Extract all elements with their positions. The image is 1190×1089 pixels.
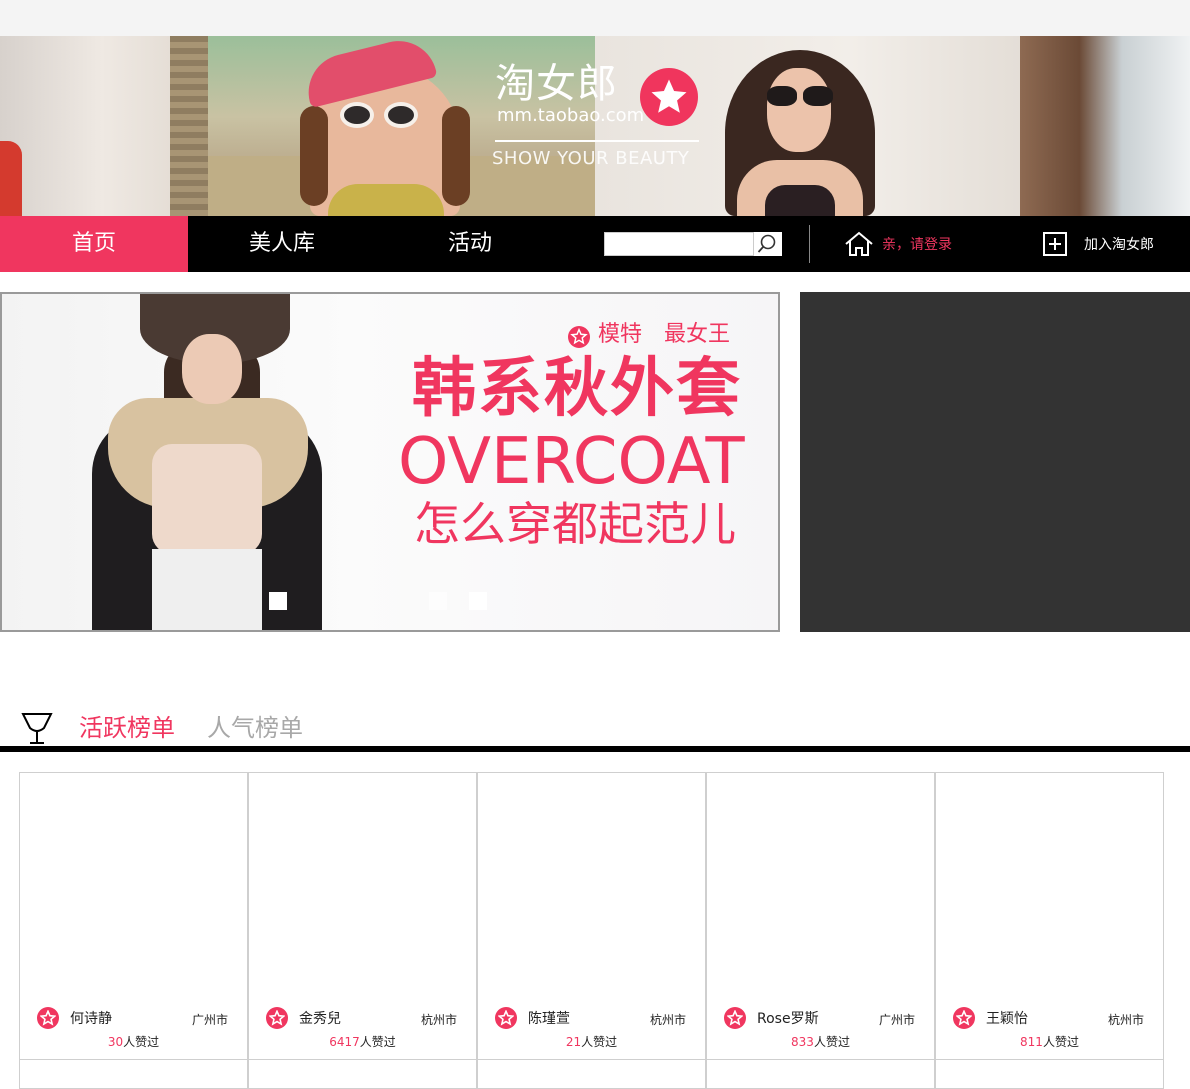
- slide-subtitle: 怎么穿都起范儿: [414, 497, 736, 551]
- slide-dot-3[interactable]: [469, 592, 487, 610]
- slide-english-title: OVERCOAT: [398, 425, 745, 499]
- plus-icon[interactable]: [1043, 232, 1067, 256]
- model-likes: 30人赞过: [20, 1034, 247, 1050]
- likes-suffix: 人赞过: [1042, 1035, 1079, 1049]
- search-icon: [757, 234, 776, 253]
- site-logo[interactable]: 淘女郎 mm.taobao.com SHOW YOUR BEAUTY: [492, 60, 705, 180]
- model-likes: 811人赞过: [936, 1034, 1163, 1050]
- model-card-row2[interactable]: [19, 1059, 248, 1089]
- model-city: 杭州市: [1107, 1013, 1144, 1027]
- model-city: 广州市: [191, 1013, 228, 1027]
- model-city: 广州市: [878, 1013, 915, 1027]
- logo-tagline: SHOW YOUR BEAUTY: [492, 148, 690, 169]
- star-icon: [495, 1007, 517, 1029]
- nav-divider: [809, 225, 810, 263]
- top-bar: [0, 0, 1190, 36]
- search-button[interactable]: [754, 232, 782, 256]
- nav-item-beauty-library[interactable]: 美人库: [188, 216, 376, 272]
- slide-model-photo: [82, 294, 332, 630]
- model-likes: 21人赞过: [478, 1034, 705, 1050]
- slide-tagline: 模特 最女王: [598, 322, 731, 347]
- home-icon[interactable]: [844, 230, 874, 258]
- logo-text: 淘女郎: [495, 61, 618, 107]
- banner-photo-4: [1020, 36, 1190, 216]
- model-name[interactable]: Rose罗斯: [757, 1010, 819, 1028]
- likes-suffix: 人赞过: [813, 1035, 850, 1049]
- model-card[interactable]: 何诗静 广州市 30人赞过: [19, 772, 248, 1060]
- logo-domain: mm.taobao.com: [497, 105, 645, 126]
- join-link[interactable]: 加入淘女郎: [1084, 236, 1154, 254]
- tab-underline: [0, 746, 1190, 752]
- nav-item-events[interactable]: 活动: [376, 216, 564, 272]
- likes-suffix: 人赞过: [123, 1035, 160, 1049]
- model-likes: 833人赞过: [707, 1034, 934, 1050]
- model-card-row2[interactable]: [706, 1059, 935, 1089]
- main-nav: 首页 美人库 活动: [0, 216, 1190, 272]
- banner-model-2: [725, 50, 875, 216]
- likes-suffix: 人赞过: [581, 1035, 618, 1049]
- model-card-row2[interactable]: [248, 1059, 477, 1089]
- logo-divider: [495, 140, 699, 142]
- likes-count: 21: [565, 1035, 582, 1049]
- model-name[interactable]: 何诗静: [70, 1010, 112, 1028]
- model-name[interactable]: 金秀兒: [299, 1010, 341, 1028]
- star-icon: [953, 1007, 975, 1029]
- slide-dot-1[interactable]: [269, 592, 287, 610]
- star-icon: [37, 1007, 59, 1029]
- model-card-row2[interactable]: [935, 1059, 1164, 1089]
- model-card[interactable]: 陈瑾萱 杭州市 21人赞过: [477, 772, 706, 1060]
- model-card[interactable]: 王颖怡 杭州市 811人赞过: [935, 772, 1164, 1060]
- model-city: 杭州市: [420, 1013, 457, 1027]
- likes-suffix: 人赞过: [359, 1035, 396, 1049]
- side-panel: [800, 292, 1190, 632]
- nav-item-home[interactable]: 首页: [0, 216, 188, 272]
- likes-count: 30: [107, 1035, 124, 1049]
- likes-count: 811: [1020, 1035, 1043, 1049]
- model-city: 杭州市: [649, 1013, 686, 1027]
- banner-photo-1: [0, 36, 170, 216]
- tab-popular-ranking[interactable]: 人气榜单: [207, 710, 303, 746]
- likes-count: 6417: [329, 1035, 360, 1049]
- star-icon: [640, 68, 698, 126]
- model-card[interactable]: 金秀兒 杭州市 6417人赞过: [248, 772, 477, 1060]
- tab-active-ranking[interactable]: 活跃榜单: [79, 710, 175, 746]
- star-icon: [724, 1007, 746, 1029]
- star-icon: [568, 326, 590, 348]
- banner-model-1: [300, 36, 470, 216]
- model-name[interactable]: 王颖怡: [986, 1010, 1028, 1028]
- likes-count: 833: [791, 1035, 814, 1049]
- model-card-row2[interactable]: [477, 1059, 706, 1089]
- slide-dot-2[interactable]: [429, 592, 447, 610]
- slide-title: 韩系秋外套: [412, 352, 742, 426]
- model-card[interactable]: Rose罗斯 广州市 833人赞过: [706, 772, 935, 1060]
- model-likes: 6417人赞过: [249, 1034, 476, 1050]
- trophy-icon: [21, 713, 53, 744]
- search-input[interactable]: [604, 232, 754, 256]
- star-icon: [266, 1007, 288, 1029]
- login-link[interactable]: 亲，请登录: [882, 236, 952, 254]
- model-name[interactable]: 陈瑾萱: [528, 1010, 570, 1028]
